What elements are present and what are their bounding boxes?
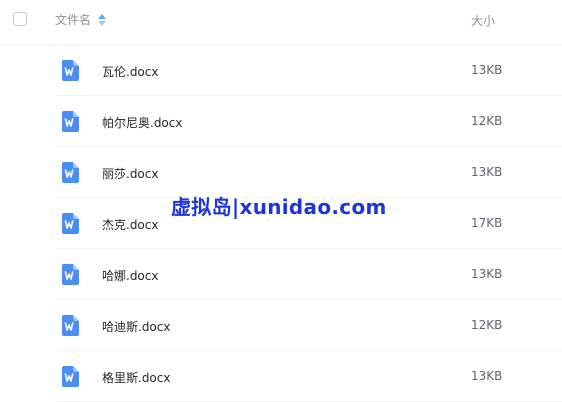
file-size: 13KB: [471, 165, 503, 179]
file-size: 13KB: [471, 267, 503, 281]
file-size: 12KB: [471, 114, 503, 128]
file-name[interactable]: 杰克.docx: [102, 216, 158, 233]
word-doc-icon: [62, 111, 79, 132]
file-name[interactable]: 瓦伦.docx: [102, 63, 158, 80]
size-column-header[interactable]: 大小: [471, 12, 495, 29]
file-size: 12KB: [471, 318, 503, 332]
file-row[interactable]: 哈娜.docx 13KB: [56, 249, 562, 300]
file-name[interactable]: 哈迪斯.docx: [102, 318, 170, 335]
file-list-page: 文件名 大小 瓦伦.docx 13KB 帕尔尼奥.docx 12KB 丽莎.do…: [0, 0, 562, 402]
word-doc-icon: [62, 162, 79, 183]
file-row[interactable]: 格里斯.docx 13KB: [56, 351, 562, 402]
file-size: 13KB: [471, 63, 503, 77]
word-doc-icon: [62, 213, 79, 234]
file-list: 瓦伦.docx 13KB 帕尔尼奥.docx 12KB 丽莎.docx 13KB: [0, 45, 562, 402]
name-column-label: 文件名: [55, 13, 92, 27]
word-doc-icon: [62, 366, 79, 387]
word-doc-icon: [62, 264, 79, 285]
word-doc-icon: [62, 315, 79, 336]
file-size: 13KB: [471, 369, 503, 383]
file-name[interactable]: 丽莎.docx: [102, 165, 158, 182]
watermark: 虚拟岛|xunidao.com: [171, 195, 387, 219]
file-name[interactable]: 哈娜.docx: [102, 267, 158, 284]
file-size: 17KB: [471, 216, 503, 230]
file-row[interactable]: 瓦伦.docx 13KB: [56, 45, 562, 96]
file-row[interactable]: 帕尔尼奥.docx 12KB: [56, 96, 562, 147]
name-column-header[interactable]: 文件名: [55, 11, 107, 28]
select-all-checkbox[interactable]: [13, 12, 27, 26]
file-name[interactable]: 帕尔尼奥.docx: [102, 114, 182, 131]
file-name[interactable]: 格里斯.docx: [102, 369, 170, 386]
word-doc-icon: [62, 60, 79, 81]
table-header: 文件名 大小: [0, 0, 562, 45]
sort-icon[interactable]: [98, 13, 107, 27]
file-row[interactable]: 哈迪斯.docx 12KB: [56, 300, 562, 351]
